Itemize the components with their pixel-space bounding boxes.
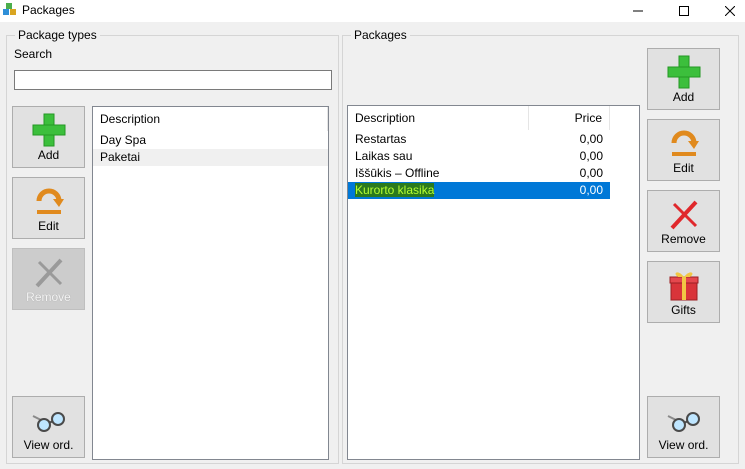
- row-price: 0,00: [579, 149, 603, 163]
- add-button-label: Add: [672, 90, 695, 104]
- row-description: Laikas sau: [355, 149, 413, 163]
- package-edit-button[interactable]: Edit: [647, 119, 720, 181]
- list-item-description: Paketai: [100, 150, 141, 164]
- package-view-orders-button[interactable]: View ord.: [647, 396, 720, 458]
- table-row-selected[interactable]: Kurorto klasika 0,00: [348, 182, 610, 199]
- remove-button-label: Remove: [661, 232, 706, 246]
- row-price: 0,00: [579, 166, 603, 180]
- package-type-view-orders-button[interactable]: View ord.: [12, 396, 85, 458]
- package-remove-button[interactable]: Remove: [647, 190, 720, 252]
- row-price: 0,00: [579, 132, 603, 146]
- remove-x-icon: [670, 200, 697, 230]
- search-input[interactable]: [14, 70, 332, 90]
- plus-icon: [32, 113, 65, 147]
- package-gifts-button[interactable]: Gifts: [647, 261, 720, 323]
- packages-app-icon: [3, 3, 16, 15]
- window-title: Packages: [22, 3, 75, 17]
- column-header-price[interactable]: Price: [529, 106, 610, 130]
- list-item-description: Day Spa: [100, 133, 147, 147]
- package-types-group-title: Package types: [15, 28, 100, 42]
- search-label: Search: [14, 47, 53, 61]
- gifts-button-label: Gifts: [671, 303, 696, 317]
- close-icon: [725, 6, 735, 16]
- minimize-icon: [633, 10, 643, 12]
- highlighted-text: Kurorto klasika: [355, 183, 435, 197]
- list-header: Description Price: [348, 106, 610, 130]
- edit-button-label: Edit: [38, 219, 59, 233]
- column-header-description[interactable]: Description: [348, 106, 529, 130]
- view-orders-button-label: View ord.: [658, 438, 709, 452]
- package-type-remove-button[interactable]: Remove: [12, 248, 85, 310]
- list-item[interactable]: Paketai: [93, 149, 328, 166]
- close-button[interactable]: [707, 0, 745, 22]
- row-description: Kurorto klasika: [348, 182, 529, 199]
- package-types-list[interactable]: Description Day Spa Paketai: [92, 106, 329, 460]
- maximize-icon: [679, 6, 689, 16]
- list-header: Description: [93, 107, 328, 131]
- packages-list[interactable]: Description Price Restartas 0,00 Laikas …: [347, 105, 640, 460]
- package-add-button[interactable]: Add: [647, 48, 720, 110]
- column-header-description[interactable]: Description: [93, 107, 328, 131]
- table-row[interactable]: Iššūkis – Offline 0,00: [348, 165, 639, 182]
- row-description: Restartas: [355, 132, 407, 146]
- gift-icon: [669, 272, 698, 301]
- edit-refresh-icon: [671, 130, 699, 156]
- edit-refresh-icon: [36, 188, 64, 214]
- row-description: Iššūkis – Offline: [355, 166, 440, 180]
- row-price: 0,00: [579, 183, 603, 197]
- table-row[interactable]: Restartas 0,00: [348, 131, 639, 148]
- title-bar: Packages: [0, 0, 745, 22]
- plus-icon: [667, 55, 700, 89]
- remove-button-label: Remove: [26, 290, 71, 304]
- maximize-button[interactable]: [661, 0, 707, 22]
- packages-group-title: Packages: [351, 28, 410, 42]
- glasses-icon: [667, 412, 700, 432]
- remove-x-icon: [35, 258, 62, 288]
- edit-button-label: Edit: [673, 161, 694, 175]
- minimize-button[interactable]: [615, 0, 661, 22]
- package-type-add-button[interactable]: Add: [12, 106, 85, 168]
- table-row[interactable]: Laikas sau 0,00: [348, 148, 639, 165]
- add-button-label: Add: [37, 148, 60, 162]
- list-item[interactable]: Day Spa: [93, 132, 328, 149]
- glasses-icon: [32, 412, 65, 432]
- view-orders-button-label: View ord.: [23, 438, 74, 452]
- package-type-edit-button[interactable]: Edit: [12, 177, 85, 239]
